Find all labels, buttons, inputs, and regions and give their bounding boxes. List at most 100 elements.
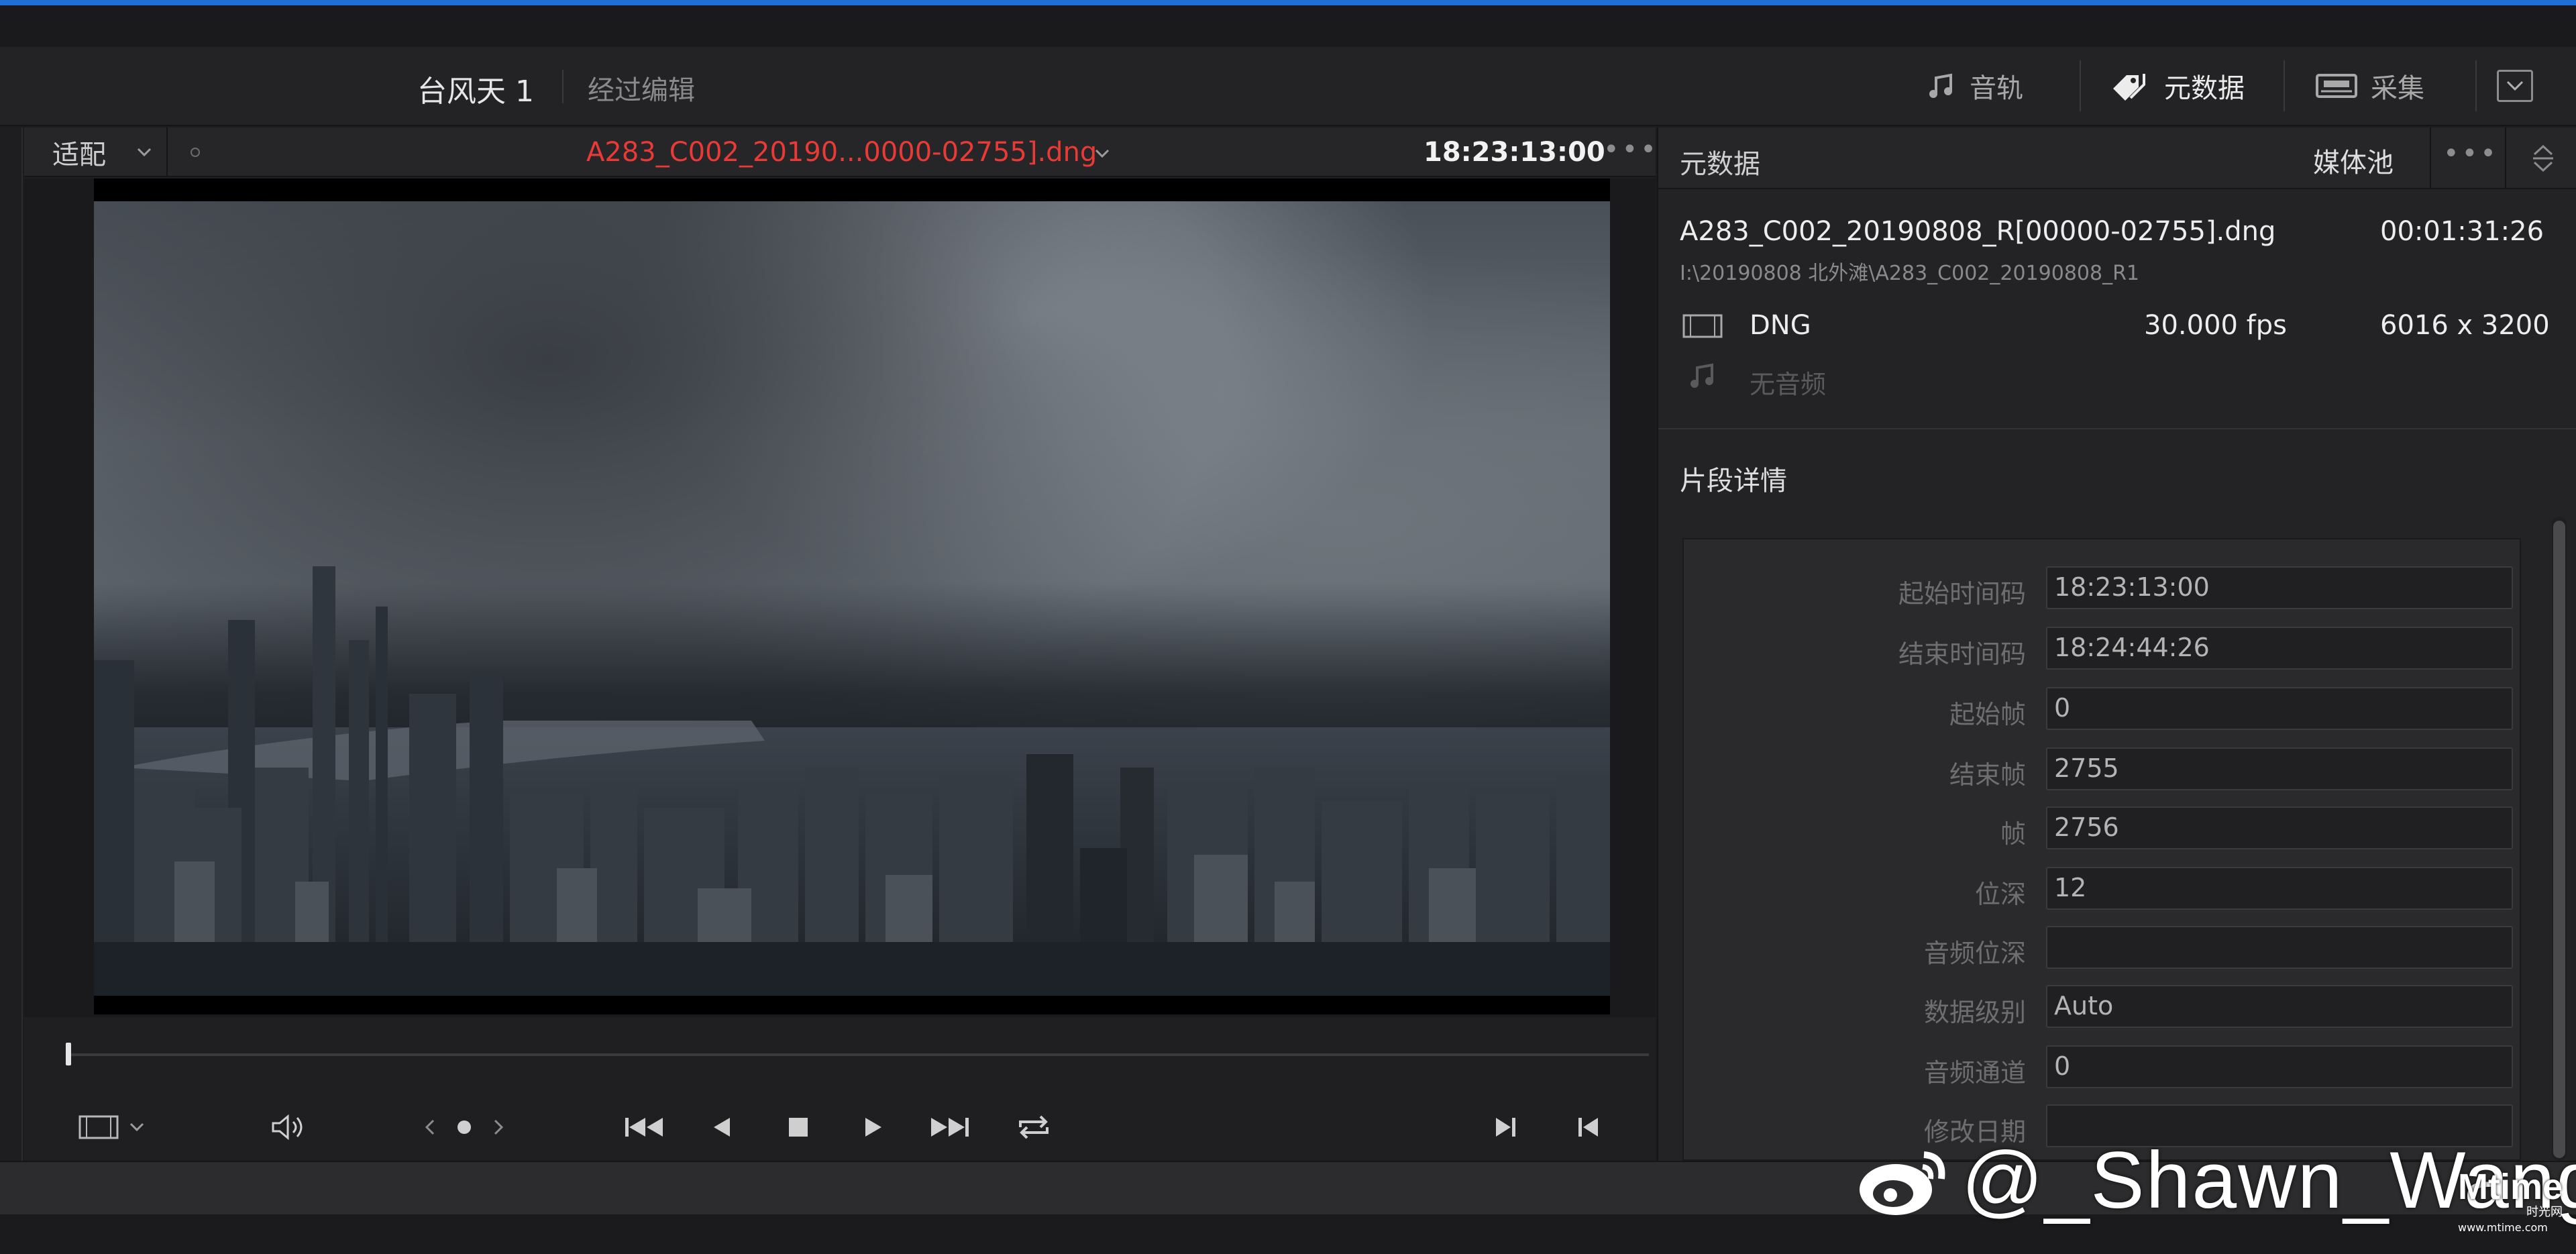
audio-bit-depth-field[interactable] [2046, 926, 2513, 969]
music-note-icon [1688, 361, 1717, 393]
zoom-fit-select[interactable]: 适配 [24, 127, 168, 177]
capture-button[interactable]: 采集 [2316, 64, 2424, 107]
clip-format: DNG [1750, 310, 1811, 341]
chevron-down-icon [137, 148, 152, 157]
page-header: 台风天 1 经过编辑 音轨 元数据 采集 [0, 47, 2576, 126]
stop-icon [789, 1118, 808, 1137]
clip-details-title: 片段详情 [1680, 466, 1787, 497]
speaker-icon [272, 1114, 303, 1141]
field-row-data-level: 数据级别 Auto [1684, 985, 2520, 1028]
clip-frame-rate: 30.000 fps [2144, 310, 2287, 341]
project-status: 经过编辑 [588, 75, 695, 106]
clip-details-form: 起始时间码 18:23:13:00 结束时间码 18:24:44:26 起始帧 … [1682, 538, 2521, 1161]
header-divider [2505, 127, 2506, 189]
go-to-end-button[interactable] [923, 1107, 977, 1147]
clip-title[interactable]: A283_C002_20190...0000-02755].dng [586, 137, 1097, 168]
clip-file-path: I:\20190808 北外滩\A283_C002_20190808_R1 [1680, 262, 2140, 285]
loop-button[interactable] [1010, 1107, 1057, 1147]
field-label: 音频位深 [1923, 939, 2026, 968]
skip-forward-icon [931, 1118, 969, 1137]
top-accent-strip [0, 0, 2576, 5]
mtime-logo-text: Mtime [2458, 1167, 2563, 1207]
capture-label: 采集 [2371, 73, 2424, 104]
header-divider [2080, 60, 2081, 111]
chevron-down-icon[interactable] [1092, 144, 1112, 164]
film-strip-icon [1682, 313, 1723, 342]
field-label: 结束帧 [1949, 760, 2026, 790]
mark-out-icon [1578, 1118, 1598, 1137]
title-bar [0, 5, 2576, 47]
stop-button[interactable] [778, 1107, 818, 1147]
end-timecode-field[interactable]: 18:24:44:26 [2046, 627, 2513, 670]
details-scrollbar-thumb[interactable] [2553, 521, 2565, 1158]
mtime-url: www.mtime.com [2458, 1221, 2548, 1234]
header-divider [2284, 60, 2285, 111]
source-viewer: 适配 A283_C002_20190...0000-02755].dng 18:… [24, 127, 1656, 1161]
field-row-end-frame: 结束帧 2755 [1684, 747, 2520, 790]
chevron-down-icon [129, 1122, 144, 1132]
bit-depth-field[interactable]: 12 [2046, 867, 2513, 910]
video-image [94, 201, 1610, 996]
field-row-frames: 帧 2756 [1684, 806, 2520, 849]
media-pool-button[interactable]: 媒体池 [2313, 141, 2394, 180]
field-label: 起始时间码 [1898, 579, 2026, 609]
clip-audio-status: 无音频 [1750, 370, 1827, 399]
jog-control[interactable] [417, 1107, 511, 1147]
playhead[interactable] [66, 1043, 71, 1065]
volume-button[interactable] [266, 1107, 313, 1147]
field-label: 起始帧 [1949, 700, 2026, 729]
metadata-more-button[interactable]: ••• [2443, 138, 2499, 169]
panel-toggle-button[interactable] [2497, 70, 2533, 102]
clip-view-select[interactable] [72, 1107, 153, 1147]
sort-icon[interactable] [2526, 141, 2560, 177]
metadata-panel: 元数据 媒体池 ••• A283_C002_20190808_R[00000-0… [1657, 127, 2576, 1161]
header-divider [562, 70, 564, 103]
field-row-audio-channels: 音频通道 0 [1684, 1045, 2520, 1088]
field-label: 位深 [1974, 880, 2026, 909]
play-button[interactable] [853, 1107, 894, 1147]
play-reverse-icon [714, 1118, 730, 1137]
mark-in-button[interactable] [1485, 1107, 1525, 1147]
field-row-start-timecode: 起始时间码 18:23:13:00 [1684, 566, 2520, 609]
timeline-scrubber[interactable] [66, 1053, 1649, 1056]
metadata-label: 元数据 [2164, 73, 2245, 104]
go-to-start-button[interactable] [617, 1107, 671, 1147]
frames-field[interactable]: 2756 [2046, 806, 2513, 849]
weibo-logo-icon [1860, 1151, 1945, 1215]
section-divider [1658, 428, 2576, 429]
tape-deck-icon [2316, 72, 2357, 99]
tag-icon [2110, 71, 2151, 101]
data-level-field[interactable]: Auto [2046, 985, 2513, 1028]
audio-tracks-button[interactable]: 音轨 [1927, 64, 2023, 107]
loop-icon [1019, 1115, 1049, 1139]
viewer-options-dot[interactable] [191, 148, 200, 157]
left-edge-strip [0, 127, 23, 1161]
viewer-toolbar: 适配 A283_C002_20190...0000-02755].dng 18:… [24, 127, 1656, 177]
play-icon [865, 1118, 881, 1137]
project-name: 台风天 1 [417, 74, 534, 109]
clip-duration: 00:01:31:26 [2380, 216, 2544, 247]
start-timecode-field[interactable]: 18:23:13:00 [2046, 566, 2513, 609]
play-reverse-button[interactable] [702, 1107, 742, 1147]
video-frame[interactable] [94, 178, 1610, 1014]
clip-file-name: A283_C002_20190808_R[00000-02755].dng [1680, 216, 2276, 247]
field-label: 帧 [2000, 819, 2026, 849]
field-row-end-timecode: 结束时间码 18:24:44:26 [1684, 627, 2520, 670]
field-label: 数据级别 [1923, 998, 2026, 1027]
end-frame-field[interactable]: 2755 [2046, 747, 2513, 790]
mtime-logo: Mtime 时光网 www.mtime.com [2458, 1169, 2563, 1234]
city-skyline-image [94, 566, 1610, 996]
viewer-timecode: 18:23:13:00 [1424, 137, 1605, 168]
transport-area [24, 1017, 1656, 1161]
music-note-icon [1927, 71, 1956, 101]
audio-channels-field[interactable]: 0 [2046, 1045, 2513, 1088]
metadata-button[interactable]: 元数据 [2110, 64, 2245, 107]
zoom-fit-label: 适配 [52, 140, 106, 170]
mark-out-button[interactable] [1568, 1107, 1609, 1147]
field-row-start-frame: 起始帧 0 [1684, 687, 2520, 730]
field-label: 音频通道 [1923, 1058, 2026, 1088]
mark-in-icon [1496, 1118, 1515, 1137]
viewer-more-button[interactable]: ••• [1603, 134, 1659, 165]
start-frame-field[interactable]: 0 [2046, 687, 2513, 730]
skip-back-icon [625, 1118, 663, 1137]
